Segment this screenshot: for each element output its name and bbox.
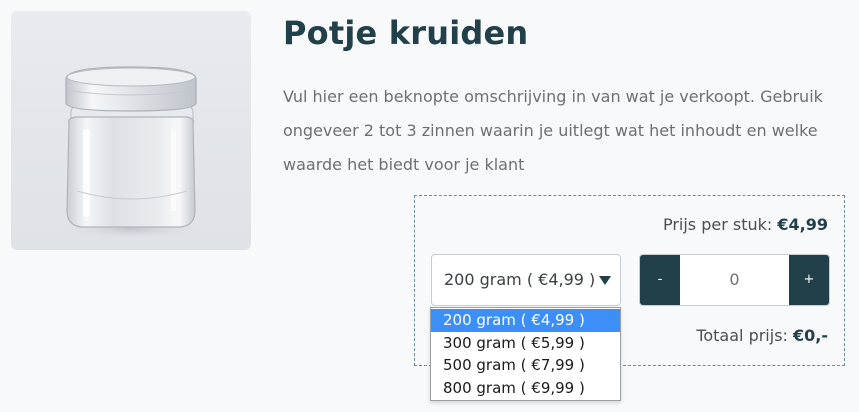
price-per-unit: Prijs per stuk: €4,99 <box>663 215 828 234</box>
quantity-decrease-button[interactable]: - <box>640 255 680 305</box>
variant-dropdown-list: 200 gram ( €4,99 ) 300 gram ( €5,99 ) 50… <box>430 307 621 401</box>
dropdown-option[interactable]: 500 gram ( €7,99 ) <box>431 354 620 377</box>
dropdown-option[interactable]: 800 gram ( €9,99 ) <box>431 377 620 400</box>
dropdown-option[interactable]: 200 gram ( €4,99 ) <box>431 309 620 332</box>
quantity-stepper: - 0 + <box>639 254 830 306</box>
quantity-increase-button[interactable]: + <box>789 255 829 305</box>
variant-select[interactable]: 200 gram ( €4,99 ) <box>431 254 621 306</box>
price-per-unit-value: €4,99 <box>777 215 828 234</box>
variant-select-value: 200 gram ( €4,99 ) <box>444 270 596 289</box>
dropdown-arrow-icon <box>599 276 611 285</box>
glass-jar-photo-icon <box>59 66 203 239</box>
total-price-value: €0,- <box>793 326 828 345</box>
total-price: Totaal prijs: €0,- <box>696 326 828 345</box>
product-image <box>11 11 251 250</box>
dropdown-option[interactable]: 300 gram ( €5,99 ) <box>431 332 620 355</box>
price-per-unit-label: Prijs per stuk: <box>662 215 773 234</box>
quantity-input[interactable]: 0 <box>680 255 789 305</box>
product-description: Vul hier een beknopte omschrijving in va… <box>283 87 823 174</box>
product-title: Potje kruiden <box>283 14 529 52</box>
total-price-label: Totaal prijs: <box>696 326 788 345</box>
